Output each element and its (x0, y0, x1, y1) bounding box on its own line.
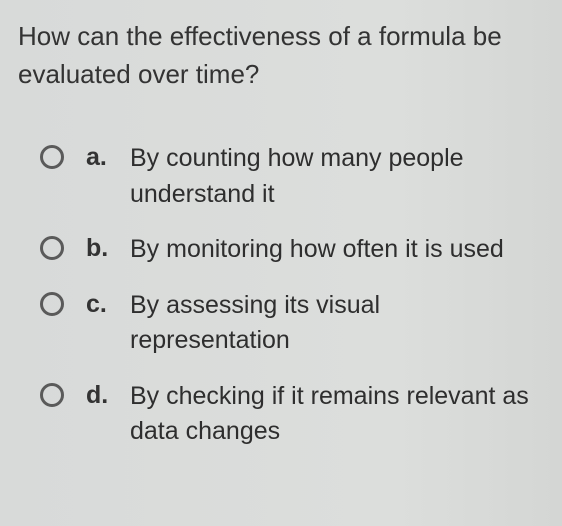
radio-icon[interactable] (40, 145, 64, 169)
option-letter: b. (86, 232, 130, 266)
radio-icon[interactable] (40, 292, 64, 316)
question-text: How can the effectiveness of a formula b… (18, 18, 542, 93)
option-text: By assessing its visual representation (130, 288, 542, 359)
option-letter: a. (86, 141, 130, 175)
option-letter: d. (86, 379, 130, 413)
option-text: By monitoring how often it is used (130, 232, 542, 268)
radio-icon[interactable] (40, 236, 64, 260)
radio-icon[interactable] (40, 383, 64, 407)
option-c[interactable]: c. By assessing its visual representatio… (40, 288, 542, 359)
option-b[interactable]: b. By monitoring how often it is used (40, 232, 542, 268)
option-text: By checking if it remains relevant as da… (130, 379, 542, 450)
options-list: a. By counting how many people understan… (18, 141, 542, 450)
option-letter: c. (86, 288, 130, 322)
option-d[interactable]: d. By checking if it remains relevant as… (40, 379, 542, 450)
option-text: By counting how many people understand i… (130, 141, 542, 212)
option-a[interactable]: a. By counting how many people understan… (40, 141, 542, 212)
